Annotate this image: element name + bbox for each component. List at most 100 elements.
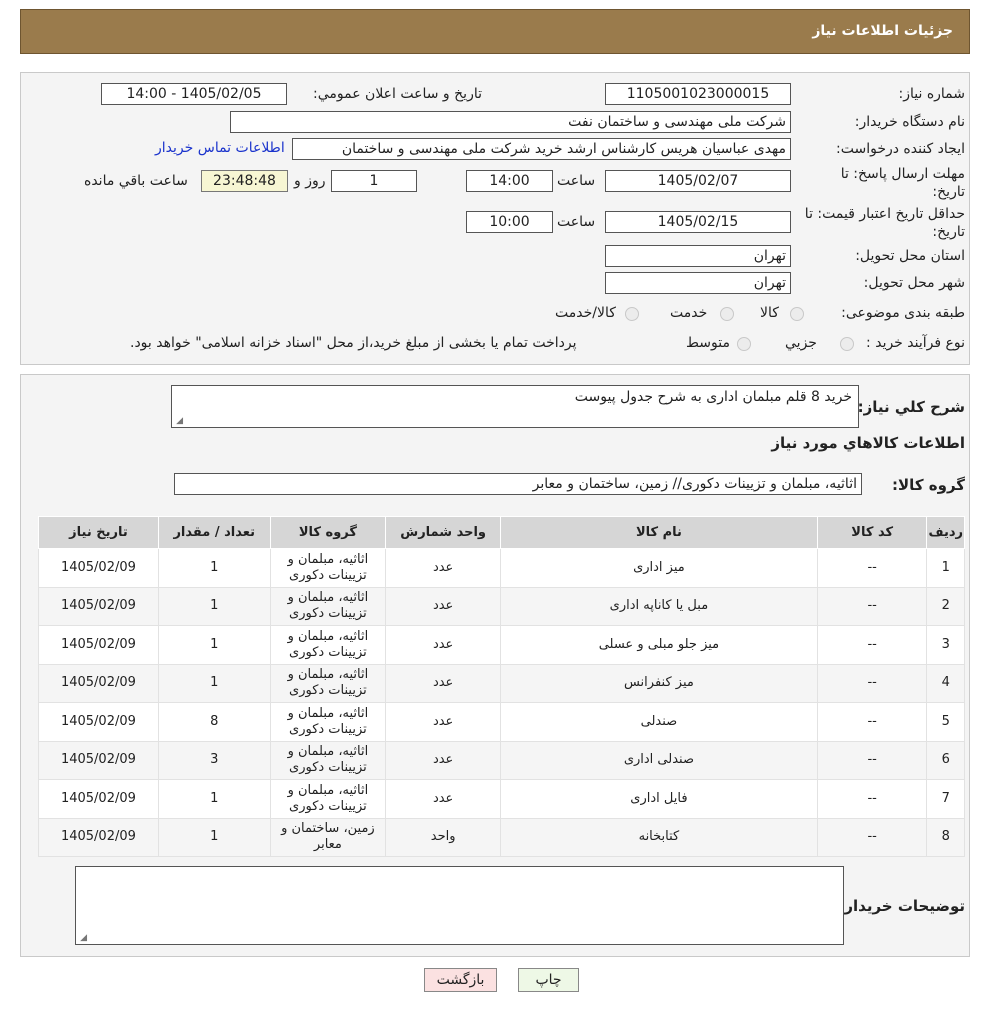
cell-group: اثاثیه، مبلمان و تزیینات دکوری [269,625,387,665]
cell-unit: عدد [385,625,501,665]
table-row: 7 -- فایل اداری عدد اثاثیه، مبلمان و تزی… [38,779,965,819]
cell-code: -- [816,817,928,857]
cell-date: 1405/02/09 [38,548,159,588]
col-date: تاریخ نیاز [38,516,159,549]
cell-row: 6 [926,740,965,780]
deadline-time-field: 14:00 [466,170,553,192]
resize-grip-icon[interactable]: ◢ [78,934,87,943]
category-option-goods: کالا [760,305,779,321]
city-label: شهر محل تحویل: [863,275,965,291]
cell-quantity: 1 [157,586,271,626]
cell-code: -- [816,548,928,588]
goods-group-label: گروه کالا: [892,476,965,494]
buyer-contact-link[interactable]: اطلاعات تماس خریدار [155,140,285,156]
cell-unit: عدد [385,548,501,588]
cell-unit: واحد [385,817,501,857]
need-description-label: شرح کلي نیاز: [857,398,965,416]
days-field: 1 [331,170,417,192]
table-row: 4 -- میز کنفرانس عدد اثاثیه، مبلمان و تز… [38,663,965,703]
category-radio-both[interactable] [625,307,639,321]
cell-quantity: 1 [157,663,271,703]
deadline-time-label: ساعت [557,173,596,189]
cell-quantity: 1 [157,817,271,857]
goods-info-title: اطلاعات کالاهاي مورد نیاز [771,434,965,452]
category-option-service: خدمت [670,305,708,321]
category-radio-service[interactable] [720,307,734,321]
city-field: تهران [605,272,791,294]
process-option-minor: جزيي [785,335,817,351]
resize-grip-icon[interactable]: ◢ [174,417,183,426]
days-label: روز و [294,173,326,189]
buyer-org-field: شرکت ملی مهندسی و ساختمان نفت [230,111,791,133]
buyer-notes-label: توضیحات خریدار: [838,897,965,915]
cell-quantity: 1 [157,779,271,819]
cell-group: اثاثیه، مبلمان و تزیینات دکوری [269,548,387,588]
cell-date: 1405/02/09 [38,663,159,703]
cell-date: 1405/02/09 [38,586,159,626]
cell-quantity: 1 [157,548,271,588]
buyer-org-label: نام دستگاه خریدار: [854,114,965,130]
cell-code: -- [816,702,928,742]
process-radio-medium[interactable] [737,337,751,351]
cell-row: 4 [926,663,965,703]
cell-group: اثاثیه، مبلمان و تزیینات دکوری [269,779,387,819]
validity-label-date: تاریخ: [932,224,965,240]
need-description-field: خرید 8 قلم مبلمان اداری به شرح جدول پیوس… [171,385,859,428]
need-description-text: خرید 8 قلم مبلمان اداری به شرح جدول پیوس… [574,389,852,405]
category-radio-goods[interactable] [790,307,804,321]
deadline-label: مهلت ارسال پاسخ: تا [840,166,965,182]
cell-code: -- [816,779,928,819]
cell-date: 1405/02/09 [38,817,159,857]
table-row: 1 -- میز اداری عدد اثاثیه، مبلمان و تزیی… [38,548,965,588]
print-button[interactable]: چاپ [518,968,579,992]
col-quantity: تعداد / مقدار [157,516,271,549]
process-label: نوع فرآیند خرید : [866,335,965,351]
table-row: 2 -- مبل یا کاناپه اداری عدد اثاثیه، مبل… [38,586,965,626]
validity-time-field: 10:00 [466,211,553,233]
cell-row: 1 [926,548,965,588]
remaining-label: ساعت باقي مانده [84,173,188,189]
deadline-label-date: تاریخ: [932,184,965,200]
cell-unit: عدد [385,702,501,742]
cell-unit: عدد [385,586,501,626]
cell-code: -- [816,625,928,665]
cell-unit: عدد [385,740,501,780]
goods-table-header: رديف کد کالا نام کالا واحد شمارش گروه کا… [38,516,965,549]
cell-date: 1405/02/09 [38,625,159,665]
validity-date-field: 1405/02/15 [605,211,791,233]
cell-name: میز کنفرانس [500,663,818,703]
cell-code: -- [816,740,928,780]
goods-group-field: اثاثیه، مبلمان و تزیینات دکوری// زمین، س… [174,473,862,495]
cell-group: اثاثیه، مبلمان و تزیینات دکوری [269,740,387,780]
announce-label: تاریخ و ساعت اعلان عمومي: [313,86,482,102]
cell-row: 3 [926,625,965,665]
process-note: پرداخت تمام یا بخشی از مبلغ خرید،از محل … [130,335,577,351]
cell-row: 7 [926,779,965,819]
cell-date: 1405/02/09 [38,740,159,780]
cell-group: اثاثیه، مبلمان و تزیینات دکوری [269,663,387,703]
buyer-notes-field[interactable]: ◢ [75,866,844,945]
table-row: 8 -- کتابخانه واحد زمین، ساختمان و معابر… [38,817,965,857]
cell-quantity: 3 [157,740,271,780]
remaining-time-field: 23:48:48 [201,170,288,192]
cell-name: صندلی [500,702,818,742]
category-option-both: کالا/خدمت [555,305,616,321]
cell-quantity: 1 [157,625,271,665]
cell-group: اثاثیه، مبلمان و تزیینات دکوری [269,702,387,742]
col-group: گروه کالا [269,516,387,549]
col-name: نام کالا [500,516,818,549]
cell-name: صندلی اداری [500,740,818,780]
cell-name: مبل یا کاناپه اداری [500,586,818,626]
creator-field: مهدی عباسیان هریس کارشناس ارشد خرید شرکت… [292,138,791,160]
cell-row: 5 [926,702,965,742]
need-number-field: 1105001023000015 [605,83,791,105]
page-header: جزئیات اطلاعات نیاز [20,9,970,54]
back-button[interactable]: بازگشت [424,968,497,992]
validity-label: حداقل تاریخ اعتبار قیمت: تا [804,206,965,222]
col-code: کد کالا [816,516,928,549]
cell-group: اثاثیه، مبلمان و تزیینات دکوری [269,586,387,626]
cell-name: کتابخانه [500,817,818,857]
process-radio-minor[interactable] [840,337,854,351]
cell-name: میز جلو مبلی و عسلی [500,625,818,665]
cell-unit: عدد [385,779,501,819]
